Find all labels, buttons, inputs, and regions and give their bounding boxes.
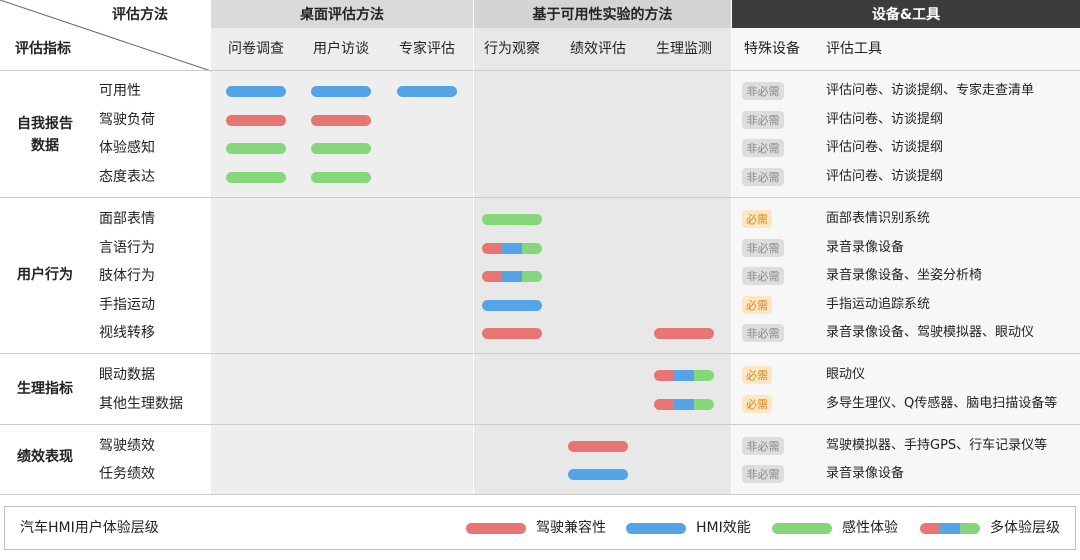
metric-label: 面部表情 xyxy=(99,211,155,227)
tools-text: 评估问卷、访谈提纲、专家走查清单 xyxy=(826,83,1035,98)
section-divider-2 xyxy=(0,353,1080,354)
required-badge: 必需 xyxy=(742,395,772,413)
metric-label: 驾驶负荷 xyxy=(99,112,155,128)
tools-text: 评估问卷、访谈提纲 xyxy=(826,112,944,127)
tools-text: 面部表情识别系统 xyxy=(826,211,931,226)
group-header-desk-label: 桌面评估方法 xyxy=(300,7,384,23)
optional-badge: 非必需 xyxy=(742,324,784,342)
metric-label: 驾驶绩效 xyxy=(99,438,155,454)
col-header-device: 特殊设备 xyxy=(744,41,800,57)
tools-text: 手指运动追踪系统 xyxy=(826,297,931,312)
optional-badge: 非必需 xyxy=(742,111,784,129)
optional-badge: 非必需 xyxy=(742,139,784,157)
required-badge: 必需 xyxy=(742,296,772,314)
required-badge: 必需 xyxy=(742,210,772,228)
group-header-tools: 设备&工具 xyxy=(732,0,1080,28)
indicator-bar-multi xyxy=(482,243,542,254)
tools-text: 眼动仪 xyxy=(826,367,866,382)
col-header-observe: 行为观察 xyxy=(484,41,540,57)
tools-text: 录音录像设备、驾驶模拟器、眼动仪 xyxy=(826,325,1035,340)
section-divider-1 xyxy=(0,197,1080,198)
indicator-bar-green xyxy=(226,172,286,183)
indicator-bar-green xyxy=(311,143,371,154)
legend-blue-label: HMI效能 xyxy=(696,520,751,536)
category-self-report: 自我报告 数据 xyxy=(17,116,73,154)
legend-title: 汽车HMI用户体验层级 xyxy=(20,520,159,536)
category-physio: 生理指标 xyxy=(17,381,73,397)
tools-text: 录音录像设备 xyxy=(826,240,905,255)
col-header-tools: 评估工具 xyxy=(826,41,882,57)
corner-diagonal xyxy=(0,0,212,72)
category-user-behavior: 用户行为 xyxy=(17,267,73,283)
table-bottom-divider xyxy=(0,494,1080,495)
section-divider-3 xyxy=(0,424,1080,425)
metric-label: 言语行为 xyxy=(99,240,155,256)
indicator-bar-green xyxy=(311,172,371,183)
tools-text: 多导生理仪、Q传感器、脑电扫描设备等 xyxy=(826,396,1058,411)
indicator-bar-multi xyxy=(482,271,542,282)
optional-badge: 非必需 xyxy=(742,267,784,285)
metric-label: 可用性 xyxy=(99,83,141,99)
tools-text: 评估问卷、访谈提纲 xyxy=(826,140,944,155)
group-header-tools-label: 设备&工具 xyxy=(871,7,941,23)
indicator-bar-blue xyxy=(311,86,371,97)
indicator-bar-blue xyxy=(568,469,628,480)
required-badge: 必需 xyxy=(742,366,772,384)
optional-badge: 非必需 xyxy=(742,82,784,100)
legend-green-label: 感性体验 xyxy=(842,520,898,536)
legend-blue-swatch xyxy=(626,523,686,534)
indicator-bar-green xyxy=(226,143,286,154)
legend-red-label: 驾驶兼容性 xyxy=(536,520,606,536)
indicator-bar-red xyxy=(568,441,628,452)
tools-text: 录音录像设备 xyxy=(826,466,905,481)
metric-label: 肢体行为 xyxy=(99,268,155,284)
metric-label: 态度表达 xyxy=(99,169,155,185)
group-header-usability: 基于可用性实验的方法 xyxy=(474,0,731,28)
group-header-usability-label: 基于可用性实验的方法 xyxy=(532,7,673,23)
indicator-bar-green xyxy=(482,214,542,225)
corner-method-label: 评估方法 xyxy=(112,7,168,23)
tools-text: 评估问卷、访谈提纲 xyxy=(826,169,944,184)
indicator-bar-multi xyxy=(654,370,714,381)
optional-badge: 非必需 xyxy=(742,168,784,186)
metric-label: 其他生理数据 xyxy=(99,396,183,412)
indicator-bar-blue xyxy=(397,86,457,97)
metric-label: 任务绩效 xyxy=(99,466,155,482)
optional-badge: 非必需 xyxy=(742,465,784,483)
col-header-physio: 生理监测 xyxy=(656,41,712,57)
legend-multi-label: 多体验层级 xyxy=(990,520,1060,536)
indicator-bar-multi xyxy=(654,399,714,410)
indicator-bar-red xyxy=(654,328,714,339)
group-header-desk: 桌面评估方法 xyxy=(211,0,473,28)
indicator-bar-red xyxy=(226,115,286,126)
metric-label: 手指运动 xyxy=(99,297,155,313)
optional-badge: 非必需 xyxy=(742,239,784,257)
desk-column-bg xyxy=(211,0,473,494)
tools-text: 录音录像设备、坐姿分析椅 xyxy=(826,268,983,283)
indicator-bar-blue xyxy=(226,86,286,97)
category-perf: 绩效表现 xyxy=(17,449,73,465)
metric-label: 视线转移 xyxy=(99,325,155,341)
indicator-bar-red xyxy=(311,115,371,126)
col-header-perf: 绩效评估 xyxy=(570,41,626,57)
metric-label: 体验感知 xyxy=(99,140,155,156)
indicator-bar-red xyxy=(482,328,542,339)
legend-green-swatch xyxy=(772,523,832,534)
indicator-bar-blue xyxy=(482,300,542,311)
tools-text: 驾驶模拟器、手持GPS、行车记录仪等 xyxy=(826,438,1048,453)
legend-red-swatch xyxy=(466,523,526,534)
col-header-survey: 问卷调查 xyxy=(228,41,284,57)
col-header-interview: 用户访谈 xyxy=(313,41,369,57)
optional-badge: 非必需 xyxy=(742,437,784,455)
header-divider xyxy=(0,70,1080,71)
metric-label: 眼动数据 xyxy=(99,367,155,383)
legend-multi-swatch xyxy=(920,523,980,534)
corner-metric-label: 评估指标 xyxy=(15,41,71,57)
col-header-expert: 专家评估 xyxy=(399,41,455,57)
